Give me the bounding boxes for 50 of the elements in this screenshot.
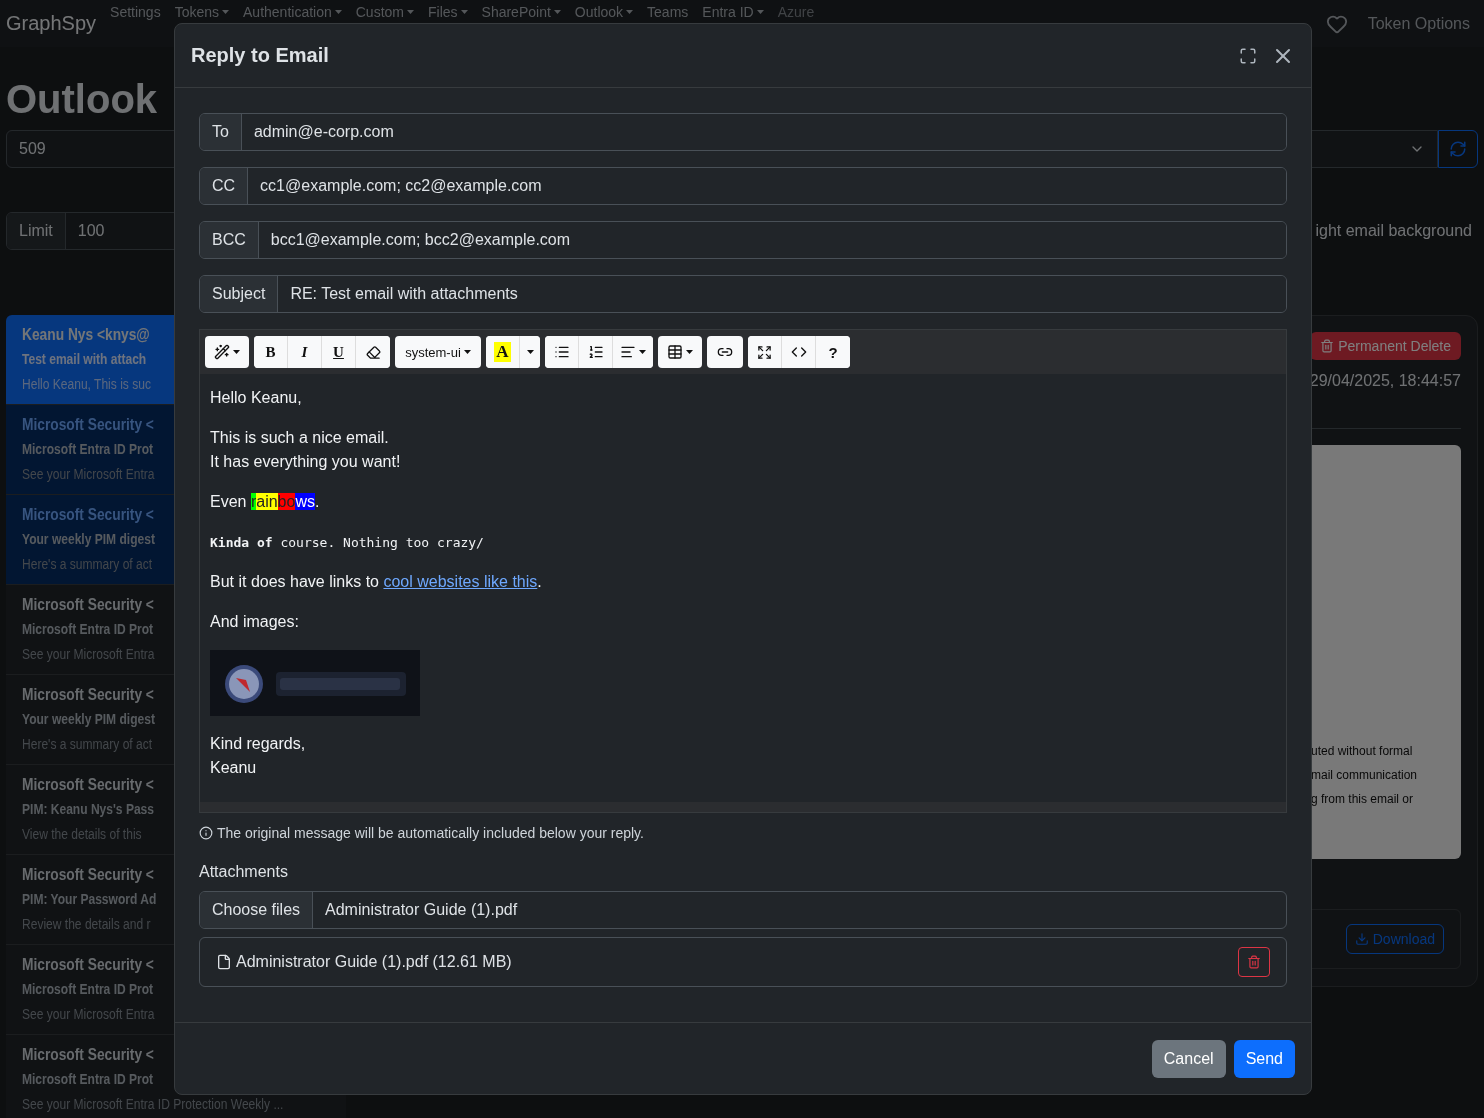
email-sender: Microsoft Security < (22, 506, 154, 523)
field-label: To (200, 114, 242, 150)
page-title: Outlook (6, 77, 159, 122)
highlighted-text: ws (295, 493, 315, 510)
email-subject: PIM: Your Password Ad (22, 891, 157, 908)
field-label: BCC (200, 222, 259, 258)
email-sender: Microsoft Security < (22, 596, 154, 613)
field-label: Subject (200, 276, 279, 312)
email-date: 29/04/2025, 18:44:57 (1309, 372, 1461, 390)
email-sender: Microsoft Security < (22, 866, 154, 883)
body-text: Even (210, 493, 248, 510)
body-text: Keanu (210, 758, 258, 778)
body-text: And images: (210, 612, 300, 632)
email-subject: Microsoft Entra ID Prot (22, 441, 154, 458)
email-sender: Microsoft Security < (22, 686, 154, 703)
dialog-title: Reply to Email (191, 44, 330, 67)
field-label: CC (200, 168, 249, 204)
body-text: This is such a nice email. (210, 428, 390, 448)
email-sender: Microsoft Security < (22, 776, 154, 793)
body-text: . (314, 493, 320, 510)
body-text: But it does have links to cool websites like this. (210, 573, 542, 590)
highlighted-text: r (250, 493, 257, 510)
body-text: Kind regards, (210, 734, 307, 754)
email-preview: Here's a summary of act (22, 556, 153, 573)
email-sender: Microsoft Security < (22, 1046, 154, 1063)
email-subject: Microsoft Entra ID Prot (22, 981, 154, 998)
highlighted-text: ain (256, 493, 278, 510)
file-name: Administrator Guide (1).pdf (324, 900, 519, 920)
code-text: Kinda of course. Nothing too crazy/ (210, 535, 484, 550)
body-text: It has everything you want! (210, 452, 402, 472)
option-label: ight email background (1315, 222, 1472, 240)
email-subject: Your weekly PIM digest (22, 531, 155, 548)
email-subject: Microsoft Entra ID Prot (22, 621, 154, 638)
email-sender: Keanu Nys <knys@ (22, 326, 150, 343)
email-preview: Hello Keanu, This is suc (22, 376, 151, 393)
email-subject: Test email with attach (22, 351, 147, 368)
email-sender: Microsoft Security < (22, 416, 154, 433)
body-text: uted without formal (1311, 743, 1414, 760)
email-subject: Microsoft Entra ID Prot (22, 1071, 154, 1088)
attachment-name: Administrator Guide (1).pdf (12.61 MB) (236, 953, 513, 971)
body-text: Hello Keanu, (210, 388, 303, 408)
field-label: Limit (7, 213, 66, 249)
email-preview: See your Microsoft Entra (22, 466, 155, 483)
body-text: mail communication (1311, 767, 1419, 784)
email-subject: PIM: Keanu Nys's Pass (22, 801, 154, 818)
note-text: The original message will be automatically included below your reply. (217, 825, 644, 841)
body-text: g from this email or (1311, 791, 1415, 808)
email-subject: Your weekly PIM digest (22, 711, 155, 728)
email-sender: Microsoft Security < (22, 956, 154, 973)
section-label: Attachments (199, 863, 289, 881)
